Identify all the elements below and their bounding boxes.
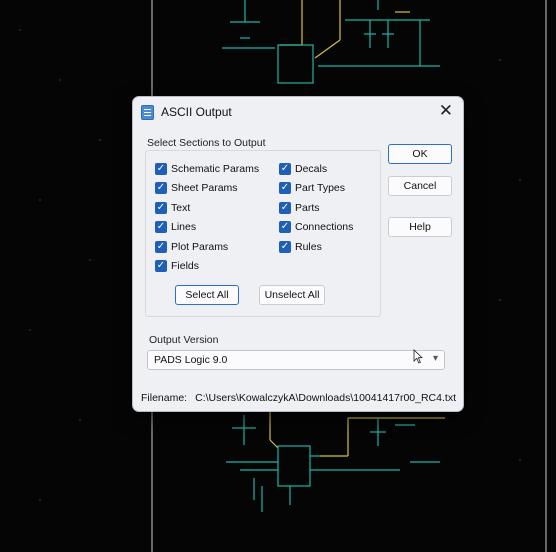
checkbox-plot-params[interactable]: ✓ Plot Params	[155, 240, 228, 254]
checkmark-icon: ✓	[155, 260, 167, 272]
top-circuit	[222, 0, 440, 84]
checkmark-icon: ✓	[279, 163, 291, 175]
ascii-output-dialog: ASCII Output ✕ Select Sections to Output…	[132, 96, 464, 412]
checkmark-icon: ✓	[279, 202, 291, 214]
checkbox-label: Fields	[171, 260, 200, 272]
checkbox-label: Sheet Params	[171, 182, 238, 194]
checkbox-fields[interactable]: ✓ Fields	[155, 259, 199, 273]
checkmark-icon: ✓	[279, 182, 291, 194]
mouse-cursor-icon	[413, 349, 423, 364]
checkbox-lines[interactable]: ✓ Lines	[155, 220, 196, 234]
output-version-value: PADS Logic 9.0	[154, 354, 228, 366]
checkbox-label: Rules	[295, 241, 322, 253]
help-button[interactable]: Help	[388, 217, 452, 237]
checkmark-icon: ✓	[279, 221, 291, 233]
checkbox-schematic-params[interactable]: ✓ Schematic Params	[155, 162, 259, 176]
close-icon[interactable]: ✕	[439, 101, 453, 121]
checkbox-label: Connections	[295, 221, 354, 233]
filename-row: Filename: C:\Users\KowalczykA\Downloads\1…	[141, 392, 456, 404]
checkmark-icon: ✓	[155, 241, 167, 253]
checkbox-text[interactable]: ✓ Text	[155, 201, 190, 215]
checkbox-decals[interactable]: ✓ Decals	[279, 162, 327, 176]
checkbox-label: Decals	[295, 163, 328, 175]
unselect-all-button[interactable]: Unselect All	[259, 285, 325, 305]
output-version-label: Output Version	[149, 334, 219, 346]
checkbox-sheet-params[interactable]: ✓ Sheet Params	[155, 181, 238, 195]
dialog-titlebar[interactable]: ASCII Output ✕	[133, 97, 463, 127]
checkbox-label: Part Types	[295, 182, 345, 194]
chevron-down-icon: ▾	[432, 353, 438, 364]
output-version-select[interactable]: PADS Logic 9.0 ▾	[147, 350, 445, 370]
sections-group-label: Select Sections to Output	[147, 137, 266, 149]
checkmark-icon: ✓	[155, 182, 167, 194]
checkbox-label: Lines	[171, 221, 197, 233]
checkmark-icon: ✓	[279, 241, 291, 253]
select-all-button[interactable]: Select All	[175, 285, 239, 305]
checkmark-icon: ✓	[155, 221, 167, 233]
checkbox-rules[interactable]: ✓ Rules	[279, 240, 322, 254]
checkbox-parts[interactable]: ✓ Parts	[279, 201, 320, 215]
checkmark-icon: ✓	[155, 163, 167, 175]
checkmark-icon: ✓	[155, 202, 167, 214]
filename-label: Filename:	[141, 392, 188, 404]
bottom-circuit	[226, 412, 445, 512]
ok-button[interactable]: OK	[388, 144, 452, 164]
checkbox-connections[interactable]: ✓ Connections	[279, 220, 353, 234]
checkbox-label: Plot Params	[171, 241, 229, 253]
app-icon	[141, 105, 154, 120]
checkbox-part-types[interactable]: ✓ Part Types	[279, 181, 345, 195]
checkbox-label: Text	[171, 202, 191, 214]
cancel-button[interactable]: Cancel	[388, 176, 452, 196]
checkbox-label: Schematic Params	[171, 163, 260, 175]
dialog-title: ASCII Output	[161, 105, 232, 119]
checkbox-label: Parts	[295, 202, 320, 214]
filename-path: C:\Users\KowalczykA\Downloads\10041417r0…	[195, 392, 456, 404]
